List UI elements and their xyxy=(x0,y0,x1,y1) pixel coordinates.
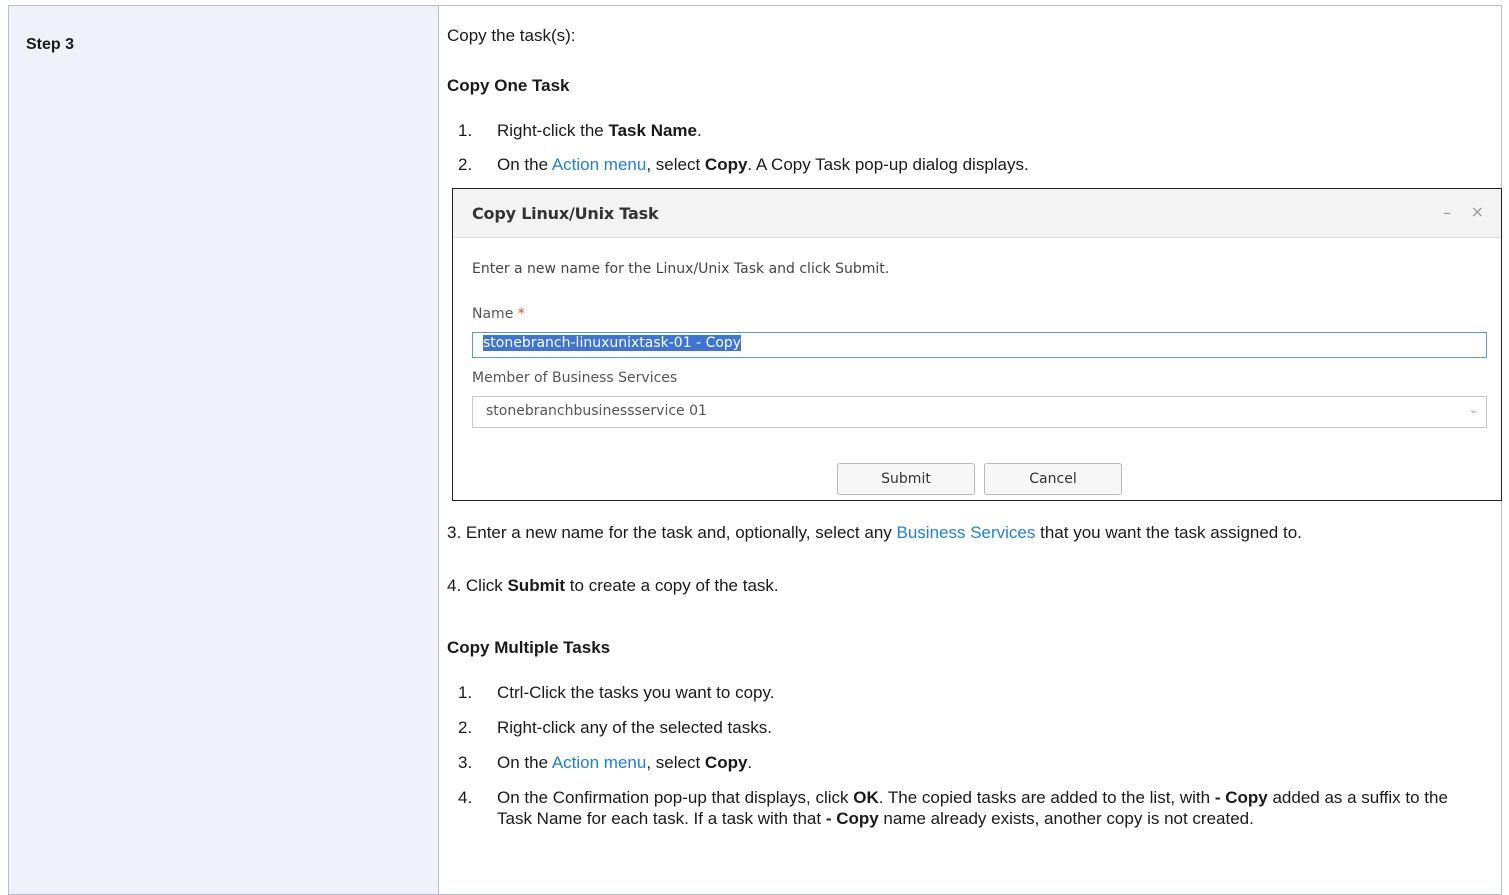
list-text: On the Action menu, select Copy. A Copy … xyxy=(497,155,1029,174)
list-text: Right-click any of the selected tasks. xyxy=(497,718,772,737)
list-text: Ctrl-Click the tasks you want to copy. xyxy=(497,683,775,702)
name-label: Name * xyxy=(472,306,525,322)
business-services-value: stonebranchbusinessservice 01 xyxy=(486,403,707,419)
business-services-select[interactable]: stonebranchbusinessservice 01 ⌄ xyxy=(472,396,1487,428)
copy-task-dialog-screenshot: Copy Linux/Unix Task – × Enter a new nam… xyxy=(452,188,1502,501)
step-table: Step 3 Copy the task(s): Copy One Task 1… xyxy=(8,5,1502,895)
required-mark: * xyxy=(517,306,525,322)
list-text: On the Action menu, select Copy. xyxy=(497,753,753,772)
copy-one-heading: Copy One Task xyxy=(447,76,570,95)
action-menu-link[interactable]: Action menu xyxy=(552,753,647,772)
step-cell: Step 3 xyxy=(9,6,439,894)
list-number: 4. xyxy=(458,788,473,807)
submit-button[interactable]: Submit xyxy=(837,463,975,495)
step-label: Step 3 xyxy=(26,36,75,53)
step4-text: 4. Click Submit to create a copy of the … xyxy=(447,576,779,595)
step3-text: 3. Enter a new name for the task and, op… xyxy=(447,523,1302,542)
business-services-label: Member of Business Services xyxy=(472,370,678,386)
name-value: stonebranch-linuxunixtask-01 - Copy xyxy=(483,335,742,351)
chevron-down-icon[interactable]: ⌄ xyxy=(1469,403,1478,416)
dialog-title: Copy Linux/Unix Task xyxy=(472,204,659,223)
list-text: On the Confirmation pop-up that displays… xyxy=(497,788,1448,828)
intro-text: Copy the task(s): xyxy=(447,26,576,45)
action-menu-link[interactable]: Action menu xyxy=(552,155,647,174)
dialog-message: Enter a new name for the Linux/Unix Task… xyxy=(472,261,890,277)
close-icon[interactable]: × xyxy=(1471,202,1484,221)
list-text: Right-click the Task Name. xyxy=(497,121,702,140)
minimize-icon[interactable]: – xyxy=(1443,203,1451,222)
list-number: 1. xyxy=(458,683,473,702)
list-number: 2. xyxy=(458,155,473,174)
list-number: 3. xyxy=(458,753,473,772)
cancel-button[interactable]: Cancel xyxy=(984,463,1122,495)
list-number: 1. xyxy=(458,121,473,140)
name-input[interactable]: stonebranch-linuxunixtask-01 - Copy xyxy=(472,332,1487,358)
copy-multiple-heading: Copy Multiple Tasks xyxy=(447,638,611,657)
list-number: 2. xyxy=(458,718,473,737)
instructions-cell: Copy the task(s): Copy One Task 1. Right… xyxy=(440,6,1502,894)
dialog-header: Copy Linux/Unix Task – × xyxy=(453,189,1501,238)
business-services-link[interactable]: Business Services xyxy=(897,523,1036,542)
